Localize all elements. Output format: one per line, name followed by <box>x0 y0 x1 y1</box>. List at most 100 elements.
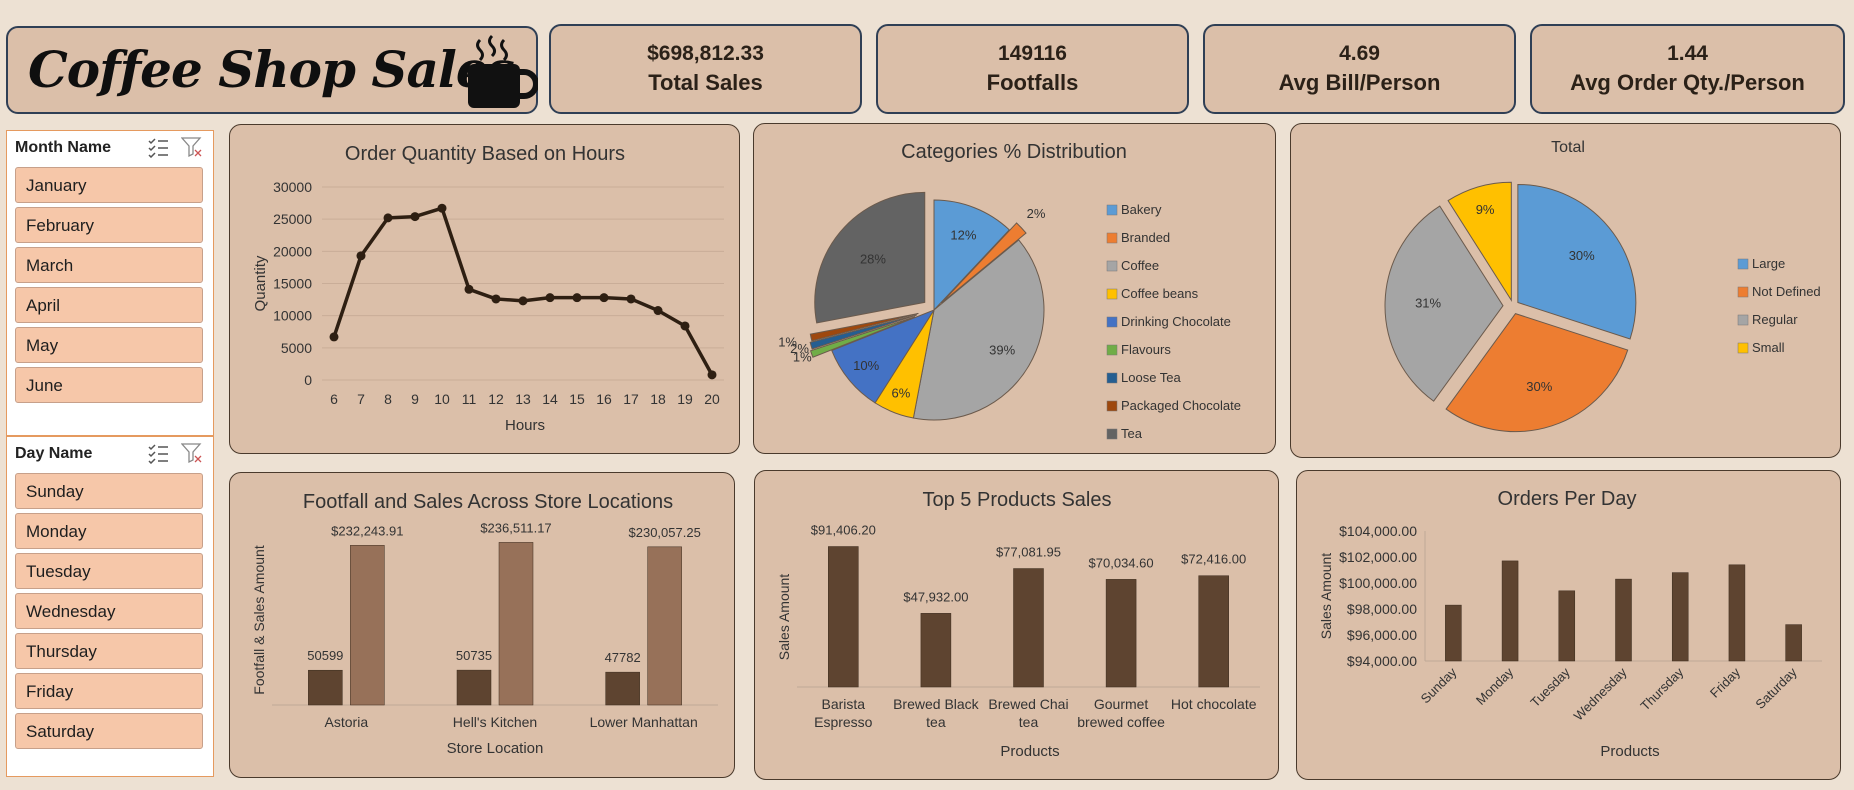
y-tick-label: 15000 <box>273 276 312 292</box>
legend-label: Regular <box>1752 312 1798 327</box>
slice-label: 12% <box>950 228 976 243</box>
kpi-avg-bill: 4.69 Avg Bill/Person <box>1203 24 1516 114</box>
kpi-value: 1.44 <box>1667 42 1708 65</box>
bar <box>1198 575 1229 688</box>
dashboard-title: Coffee Shop Sales <box>28 40 515 99</box>
bar <box>605 671 640 706</box>
clear-filter-icon[interactable] <box>180 442 203 464</box>
slicer-item-april[interactable]: April <box>15 287 203 323</box>
x-tick-label: Saturday <box>1752 664 1800 712</box>
chart-card-sizes: Total 30% 30% 31% 9% Large Not Defined Regular S… <box>1290 123 1841 458</box>
slicer-item-sunday[interactable]: Sunday <box>15 473 203 509</box>
data-label: $70,034.60 <box>1089 555 1154 570</box>
chart-card-products: Top 5 Products Sales $91,406.20 Barista Esp… <box>754 470 1279 780</box>
legend-label: Coffee <box>1121 258 1159 273</box>
bar <box>828 546 859 688</box>
legend-swatch <box>1737 342 1749 354</box>
kpi-total-sales: $698,812.33 Total Sales <box>549 24 862 114</box>
bar <box>1558 590 1576 662</box>
chart-card-hours: Order Quantity Based on Hours 30000 25000 2… <box>229 124 740 454</box>
x-tick-label: 20 <box>704 391 720 407</box>
data-label: $72,416.00 <box>1181 552 1246 567</box>
data-point <box>491 294 501 304</box>
multi-select-icon[interactable] <box>147 442 169 465</box>
kpi-label: Footfalls <box>986 70 1079 95</box>
multi-select-icon[interactable] <box>147 136 169 159</box>
coffee-cup-icon <box>468 34 538 108</box>
x-tick-label: 16 <box>596 391 612 407</box>
x-tick-label: 8 <box>384 391 392 407</box>
bar <box>1501 560 1519 662</box>
slicer-item-friday[interactable]: Friday <box>15 673 203 709</box>
x-tick-label: Hot chocolate <box>1171 696 1257 712</box>
data-point <box>680 321 690 331</box>
legend-label: Coffee beans <box>1121 286 1199 301</box>
x-tick-label: 7 <box>357 391 365 407</box>
data-point <box>329 332 339 342</box>
y-tick-label: 30000 <box>273 179 312 195</box>
slicer-item-june[interactable]: June <box>15 367 203 403</box>
x-tick-label: Wednesday <box>1571 664 1630 723</box>
x-tick-label: 14 <box>542 391 558 407</box>
y-axis-label: Quantity <box>252 255 269 311</box>
data-point <box>653 306 663 316</box>
clear-filter-icon[interactable] <box>180 136 203 158</box>
bar <box>1013 568 1044 688</box>
data-label: 50735 <box>456 648 492 663</box>
x-tick-label: 15 <box>569 391 585 407</box>
sizes-pie-chart: Total 30% 30% 31% 9% Large Not Defined Regular S… <box>1384 139 1821 433</box>
data-label: $77,081.95 <box>996 545 1061 560</box>
data-label: $47,932.00 <box>903 589 968 604</box>
slicer-item-march[interactable]: March <box>15 247 203 283</box>
legend-swatch <box>1737 258 1749 270</box>
y-tick-label: $96,000.00 <box>1347 627 1417 643</box>
kpi-value: 149116 <box>998 42 1067 65</box>
slice-label: 6% <box>891 386 910 401</box>
data-point <box>356 251 366 261</box>
chart-title: Categories % Distribution <box>901 141 1127 163</box>
bar <box>1671 572 1689 662</box>
slicer-item-monday[interactable]: Monday <box>15 513 203 549</box>
slicer-item-may[interactable]: May <box>15 327 203 363</box>
y-axis-label: Sales Amount <box>776 574 792 660</box>
x-tick-label: tea <box>1019 714 1039 730</box>
title-card: Coffee Shop Sales <box>6 26 538 114</box>
slicer-item-tuesday[interactable]: Tuesday <box>15 553 203 589</box>
x-tick-label: Astoria <box>325 714 369 730</box>
legend-label: Tea <box>1121 426 1143 441</box>
x-tick-label: Gourmet <box>1094 696 1149 712</box>
slice-label: 30% <box>1526 379 1552 394</box>
bar <box>1615 578 1632 662</box>
chart-title: Orders Per Day <box>1498 488 1637 510</box>
kpi-value: $698,812.33 <box>647 42 764 65</box>
y-tick-label: $98,000.00 <box>1347 601 1417 617</box>
x-tick-label: Brewed Black <box>893 696 980 712</box>
data-point <box>572 293 582 303</box>
chart-title: Top 5 Products Sales <box>923 489 1112 511</box>
slicer-item-wednesday[interactable]: Wednesday <box>15 593 203 629</box>
x-tick-label: brewed coffee <box>1077 714 1165 730</box>
data-label: $91,406.20 <box>811 523 876 538</box>
categories-pie-chart: Categories % Distribution 12% 2% 39% 6% 10% 1%… <box>778 141 1241 441</box>
y-tick-label: 5000 <box>281 340 312 356</box>
slicer-item-february[interactable]: February <box>15 207 203 243</box>
kpi-label: Avg Order Qty./Person <box>1570 70 1805 95</box>
slicer-item-saturday[interactable]: Saturday <box>15 713 203 749</box>
legend-label: Flavours <box>1121 342 1171 357</box>
y-tick-label: 0 <box>304 372 312 388</box>
x-tick-label: 11 <box>462 391 477 407</box>
data-label: $236,511.17 <box>480 520 551 535</box>
bar <box>1105 579 1137 688</box>
chart-card-stores: Footfall and Sales Across Store Location… <box>229 472 735 778</box>
slicer-item-thursday[interactable]: Thursday <box>15 633 203 669</box>
bar <box>920 613 952 688</box>
bar <box>498 542 534 706</box>
x-tick-label: Tuesday <box>1527 664 1573 710</box>
day-slicer-header: Day Name <box>15 445 93 462</box>
month-slicer-header: Month Name <box>15 139 111 156</box>
x-tick-label: Barista <box>822 696 866 712</box>
y-tick-label: $102,000.00 <box>1339 549 1417 565</box>
x-tick-label: 17 <box>623 391 639 407</box>
slicer-item-january[interactable]: January <box>15 167 203 203</box>
kpi-label: Total Sales <box>648 70 763 95</box>
